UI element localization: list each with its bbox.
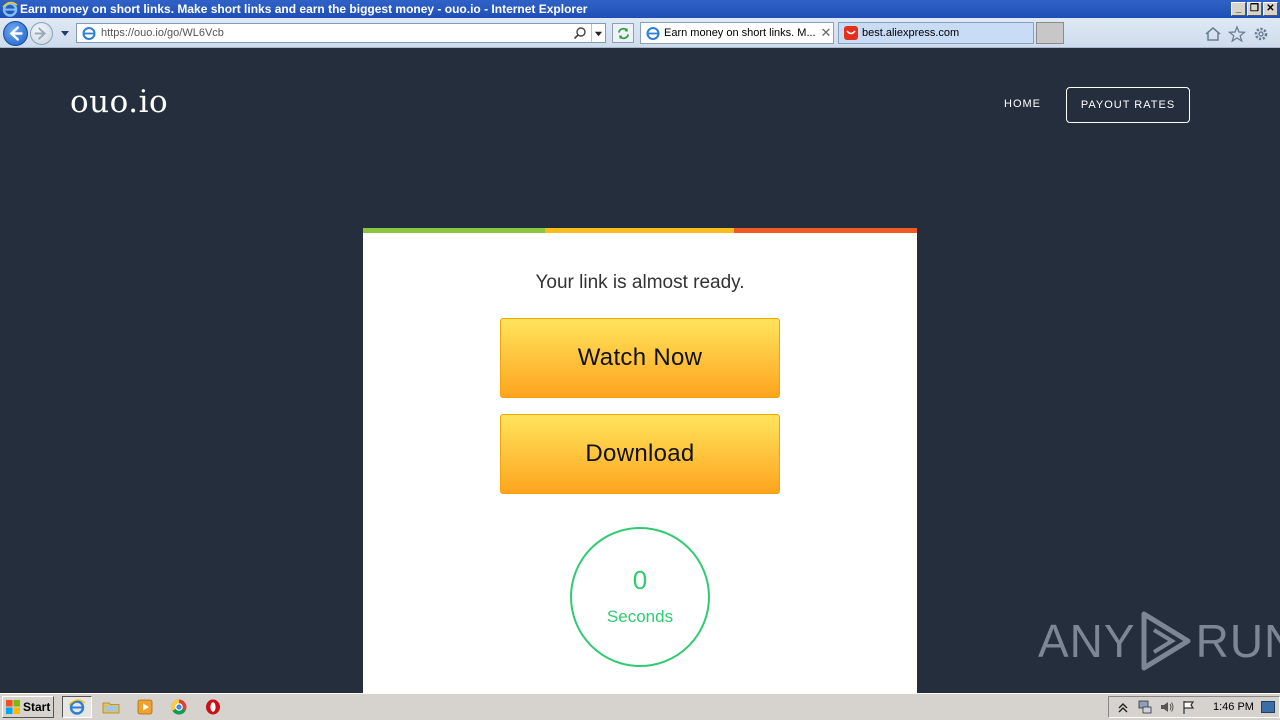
refresh-icon — [617, 27, 629, 39]
address-bar[interactable]: https://ouo.io/go/WL6Vcb — [76, 23, 606, 43]
browser-toolbar-icons — [1204, 25, 1270, 43]
watermark-left-text: ANY — [1038, 615, 1136, 667]
volume-icon[interactable] — [1159, 699, 1175, 715]
favorites-star-icon[interactable] — [1228, 25, 1246, 43]
taskbar-explorer[interactable] — [96, 696, 126, 718]
start-button[interactable]: Start — [2, 696, 54, 718]
taskbar-clock[interactable]: 1:46 PM — [1213, 701, 1254, 713]
countdown-timer: 0 Seconds — [570, 527, 710, 667]
color-bar-green — [363, 228, 545, 233]
window-controls: _ ❐ ✕ — [1231, 2, 1278, 16]
compat-refresh-button[interactable] — [612, 23, 634, 43]
gear-icon[interactable] — [1252, 25, 1270, 43]
tab-ie-icon — [646, 27, 660, 40]
search-icon[interactable] — [573, 26, 587, 40]
taskbar-opera[interactable] — [198, 696, 228, 718]
system-tray: 1:46 PM — [1108, 696, 1280, 718]
window-titlebar: Earn money on short links. Make short li… — [0, 0, 1280, 18]
show-desktop-button[interactable] — [1261, 701, 1275, 713]
taskbar-media-player[interactable] — [130, 696, 160, 718]
card-title: Your link is almost ready. — [535, 272, 745, 293]
tab-aliexpress[interactable]: best.aliexpress.com — [838, 22, 1034, 44]
taskbar-chrome[interactable] — [164, 696, 194, 718]
action-center-flag-icon[interactable] — [1181, 699, 1197, 715]
taskbar-apps — [62, 696, 228, 718]
ie-logo-icon — [2, 1, 18, 17]
nav-home-link[interactable]: HOME — [1004, 98, 1041, 110]
browser-navbar: https://ouo.io/go/WL6Vcb Earn money on s… — [0, 18, 1280, 48]
watermark-right-text: RUN — [1195, 615, 1280, 667]
folder-icon — [102, 702, 120, 714]
minimize-button[interactable]: _ — [1231, 2, 1246, 16]
close-button[interactable]: ✕ — [1263, 2, 1278, 16]
chrome-icon — [171, 699, 187, 715]
back-arrow-icon — [9, 26, 23, 41]
countdown-value: 0 — [632, 565, 648, 595]
tray-expand-icon[interactable] — [1115, 699, 1131, 715]
download-button[interactable]: Download — [500, 414, 780, 494]
ie-icon — [68, 699, 86, 715]
play-icon — [1141, 611, 1191, 671]
network-icon[interactable] — [1137, 699, 1153, 715]
media-player-icon — [137, 699, 153, 715]
page-content: ouo.io HOME PAYOUT RATES Your link is al… — [0, 48, 1280, 693]
windows-flag-icon — [6, 700, 20, 714]
address-dropdown[interactable] — [591, 24, 605, 42]
tab-label: best.aliexpress.com — [862, 27, 960, 39]
opera-icon — [206, 699, 220, 715]
forward-button[interactable] — [30, 22, 53, 45]
window-title: Earn money on short links. Make short li… — [20, 2, 588, 16]
watch-now-button[interactable]: Watch Now — [500, 318, 780, 398]
chevron-down-icon — [594, 31, 603, 36]
new-tab-button[interactable] — [1036, 22, 1064, 44]
link-card: Your link is almost ready. Watch Now Dow… — [363, 228, 917, 693]
home-icon[interactable] — [1204, 25, 1222, 43]
page-ie-icon — [82, 27, 96, 40]
tab-label: Earn money on short links. M... — [664, 27, 816, 39]
address-url[interactable]: https://ouo.io/go/WL6Vcb — [101, 27, 573, 39]
aliexpress-icon — [844, 26, 858, 40]
forward-arrow-icon — [34, 27, 47, 40]
countdown-unit: Seconds — [606, 607, 674, 626]
color-bar-yellow — [545, 228, 734, 233]
taskbar-ie[interactable] — [62, 696, 92, 718]
close-tab-icon[interactable]: ✕ — [819, 25, 833, 41]
restore-button[interactable]: ❐ — [1247, 2, 1262, 16]
color-bar-orange — [734, 228, 917, 233]
history-dropdown-icon[interactable] — [59, 27, 71, 39]
taskbar: Start 1:46 PM — [0, 693, 1280, 720]
back-button[interactable] — [3, 21, 28, 46]
site-logo[interactable]: ouo.io — [70, 84, 168, 120]
nav-payout-rates-button[interactable]: PAYOUT RATES — [1066, 87, 1190, 123]
card-color-bar — [363, 228, 917, 233]
anyrun-watermark: ANY RUN — [1038, 610, 1280, 672]
start-label: Start — [23, 700, 51, 714]
tab-ouo[interactable]: Earn money on short links. M... ✕ — [640, 22, 834, 44]
